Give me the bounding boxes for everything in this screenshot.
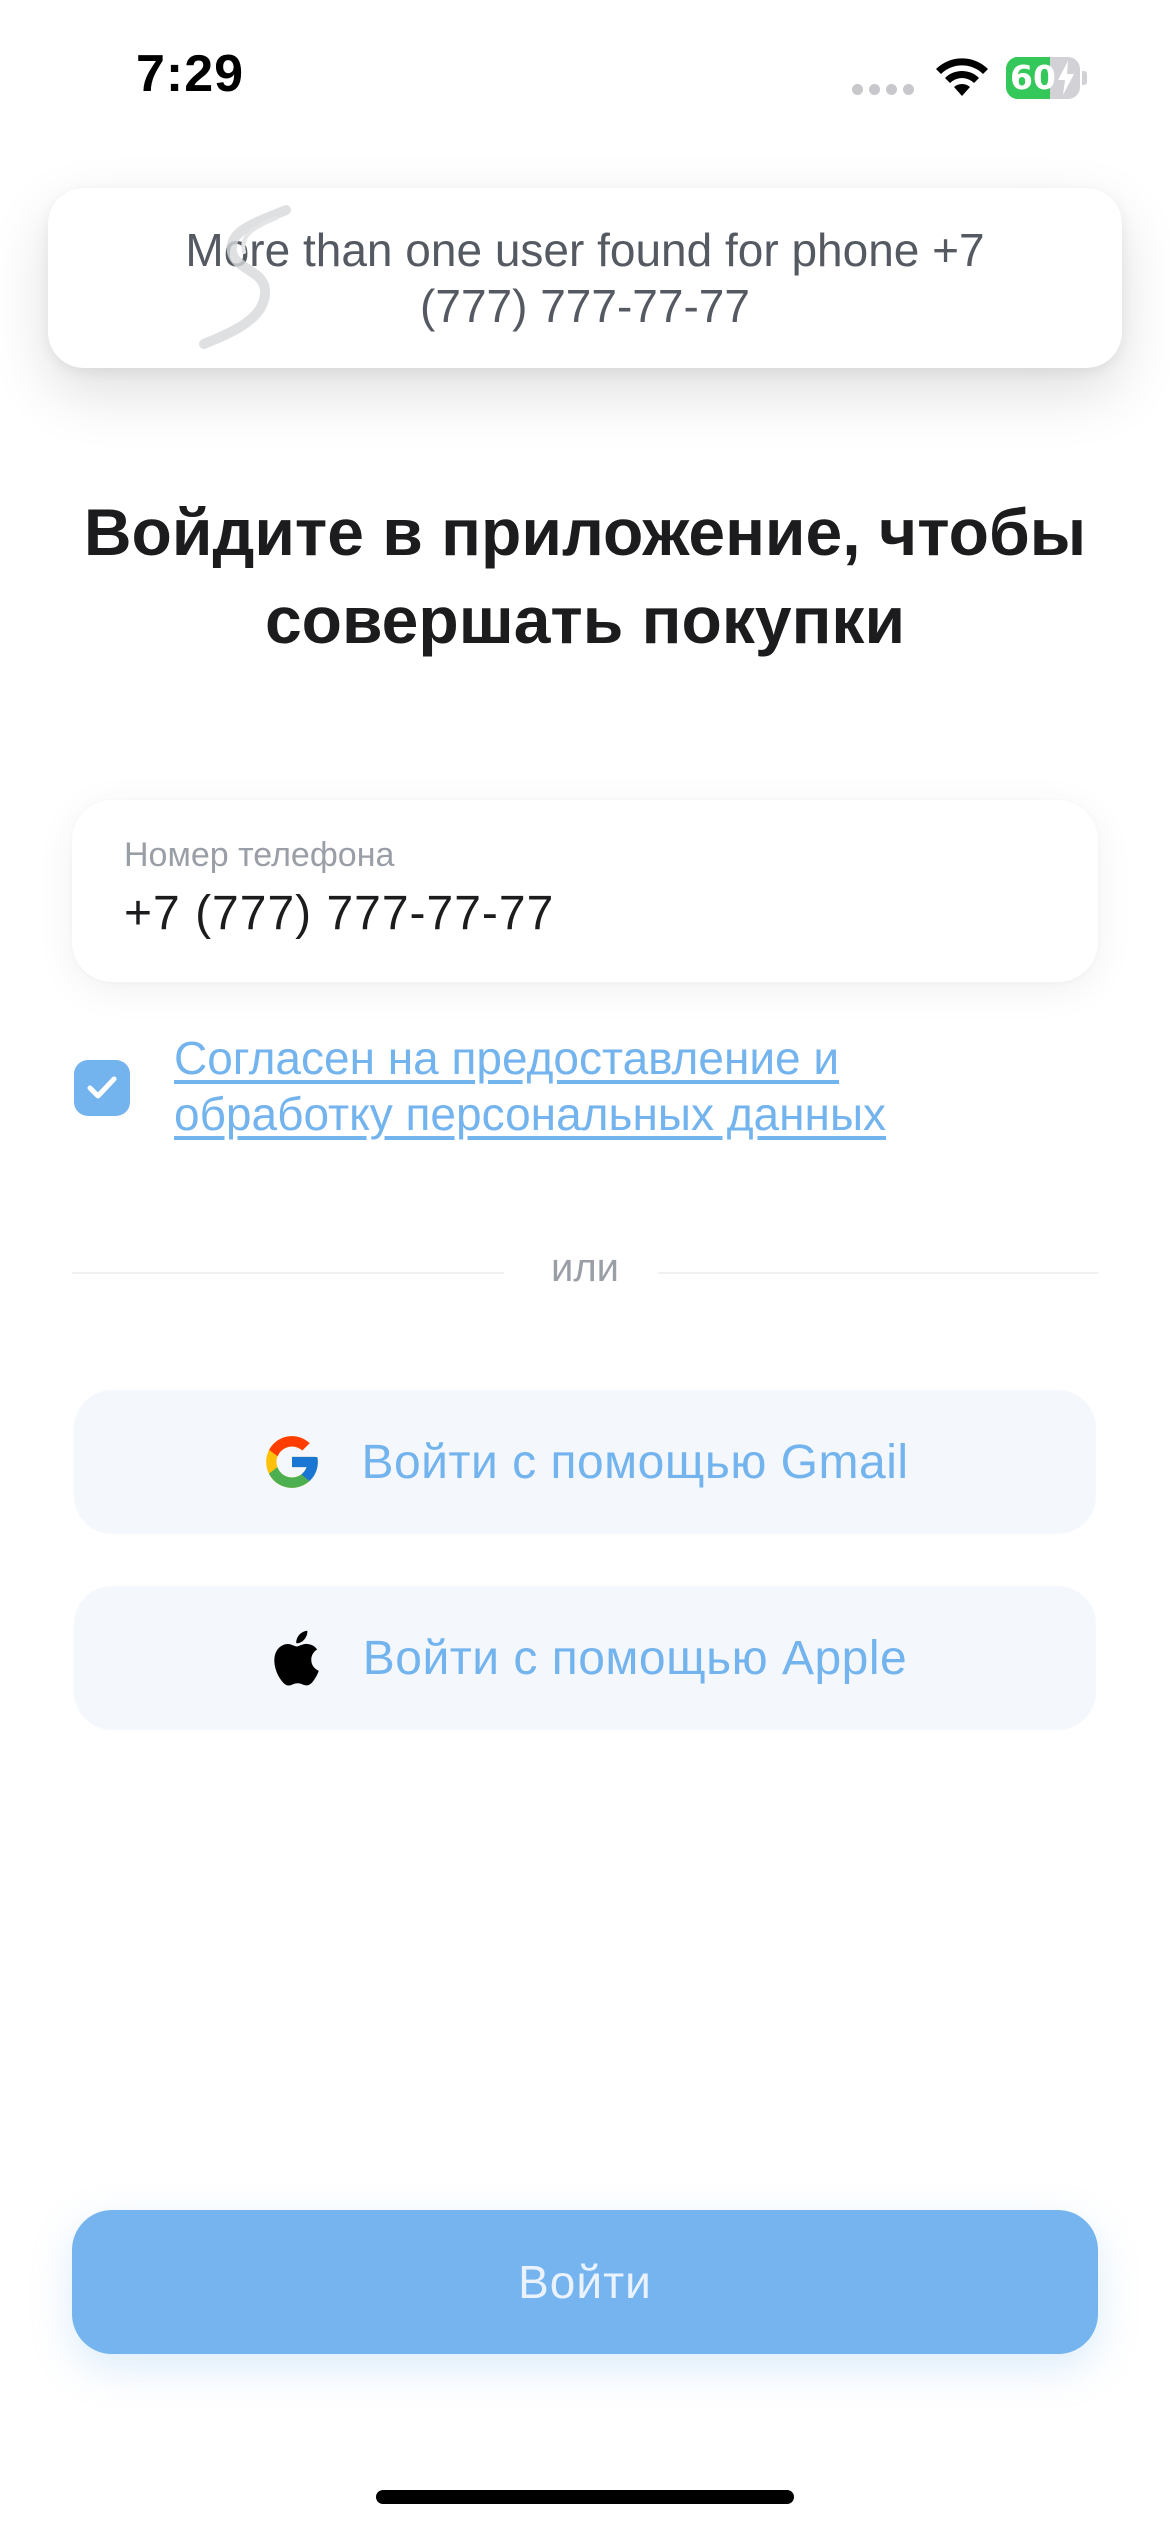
divider-text: или — [550, 1246, 620, 1290]
error-toast: More than one user found for phone +7 (7… — [48, 188, 1122, 368]
login-button-label: Войти — [518, 2256, 652, 2308]
page-title: Войдите в приложение, чтобы совершать по… — [83, 495, 1087, 657]
home-indicator — [376, 2490, 794, 2504]
status-time: 7:29 — [136, 45, 245, 103]
checkmark-icon — [87, 1076, 117, 1099]
apple-icon — [274, 1630, 319, 1686]
cellular-signal-icon — [852, 84, 914, 95]
consent-link[interactable]: Согласен на предоставление и обработку п… — [174, 1030, 1054, 1142]
phone-input[interactable]: +7 (777) 777-77-77 — [124, 886, 554, 941]
gmail-login-button[interactable]: Войти с помощью Gmail — [74, 1390, 1096, 1534]
battery-percent: 60 — [1010, 58, 1056, 97]
google-icon — [266, 1436, 319, 1488]
consent-checkbox[interactable] — [74, 1060, 130, 1116]
gmail-button-label: Войти с помощью Gmail — [361, 1435, 909, 1489]
battery-indicator: 60 — [1006, 57, 1087, 99]
wifi-icon — [936, 58, 988, 96]
phone-field-label: Номер телефона — [124, 836, 395, 874]
apple-login-button[interactable]: Войти с помощью Apple — [74, 1586, 1096, 1730]
login-button[interactable]: Войти — [72, 2210, 1098, 2354]
brand-logo-watermark — [199, 205, 291, 349]
phone-input-field[interactable]: Номер телефона +7 (777) 777-77-77 — [72, 800, 1098, 982]
apple-button-label: Войти с помощью Apple — [362, 1631, 908, 1685]
bolt-icon — [1058, 61, 1074, 95]
status-bar: 7:29 60 — [0, 0, 1170, 150]
or-divider: или — [72, 1246, 1098, 1290]
